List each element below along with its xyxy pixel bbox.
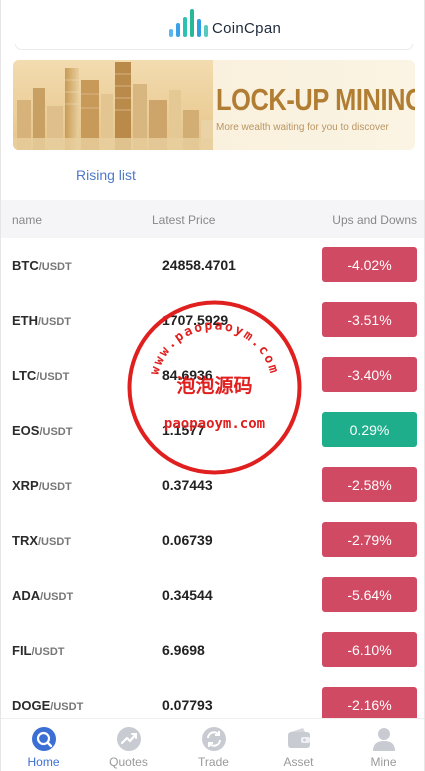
pair-base: LTC <box>12 368 37 383</box>
pair-name: DOGE/USDT <box>12 698 83 713</box>
change-badge[interactable]: -2.58% <box>322 467 417 502</box>
pair-name: BTC/USDT <box>12 258 72 273</box>
latest-price: 0.34544 <box>162 587 213 603</box>
market-list: BTC/USDT 24858.4701 -4.02% ETH/USDT 1707.592… <box>1 238 424 718</box>
pair-base: ETH <box>12 313 38 328</box>
pair-quote: /USDT <box>38 536 71 548</box>
pair-base: EOS <box>12 423 40 438</box>
change-badge[interactable]: -5.64% <box>322 577 417 612</box>
pair-quote: /USDT <box>40 591 74 603</box>
pair-base: FIL <box>12 643 32 658</box>
header-divider <box>15 44 413 50</box>
table-row[interactable]: ADA/USDT 0.34544 -5.64% <box>1 568 424 623</box>
logo[interactable]: CoinCpan <box>169 7 281 37</box>
tab-rising-list[interactable]: Rising list <box>76 167 136 183</box>
latest-price: 24858.4701 <box>162 257 236 273</box>
pair-quote: /USDT <box>38 261 72 273</box>
table-row[interactable]: ETH/USDT 1707.5929 -3.51% <box>1 293 424 348</box>
table-row[interactable]: TRX/USDT 0.06739 -2.79% <box>1 513 424 568</box>
pair-name: ADA/USDT <box>12 588 73 603</box>
nav-label: Mine <box>370 755 397 769</box>
header-name: name <box>12 213 43 227</box>
logo-text: CoinCpan <box>212 20 282 37</box>
latest-price: 1.1577 <box>162 422 205 438</box>
pair-name: EOS/USDT <box>12 423 72 438</box>
list-tabs: Rising list <box>1 160 424 200</box>
change-badge[interactable]: -4.02% <box>322 247 417 282</box>
table-row[interactable]: BTC/USDT 24858.4701 -4.02% <box>1 238 424 293</box>
nav-label: Asset <box>283 755 314 769</box>
banner-subtitle: More wealth waiting for you to discover <box>216 122 389 133</box>
nav-label: Trade <box>198 755 229 769</box>
latest-price: 0.37443 <box>162 477 213 493</box>
latest-price: 6.9698 <box>162 642 205 658</box>
pair-quote: /USDT <box>38 316 71 328</box>
table-row[interactable]: LTC/USDT 84.6936 -3.40% <box>1 348 424 403</box>
city-skyline-image <box>13 60 213 150</box>
pair-name: FIL/USDT <box>12 643 65 658</box>
pair-base: DOGE <box>12 698 51 713</box>
latest-price: 84.6936 <box>162 367 213 383</box>
pair-quote: /USDT <box>39 426 73 438</box>
change-badge[interactable]: 0.29% <box>322 412 417 447</box>
table-row[interactable]: XRP/USDT 0.37443 -2.58% <box>1 458 424 513</box>
bottom-nav: Home Quotes Trade Asset Mine <box>1 718 424 771</box>
pair-quote: /USDT <box>50 701 84 713</box>
pair-quote: /USDT <box>38 481 72 493</box>
pair-base: TRX <box>12 533 38 548</box>
pair-quote: /USDT <box>31 646 65 658</box>
app-screen: CoinCpan LOCK-UP MINING More wealth wait… <box>0 0 425 771</box>
header-ups-and-downs: Ups and Downs <box>332 213 417 227</box>
pair-name: ETH/USDT <box>12 313 71 328</box>
quotes-icon <box>116 727 141 751</box>
change-badge[interactable]: -6.10% <box>322 632 417 667</box>
table-row[interactable]: FIL/USDT 6.9698 -6.10% <box>1 623 424 678</box>
nav-label: Home <box>27 755 60 769</box>
logo-mark-icon <box>169 7 208 37</box>
change-badge[interactable]: -3.51% <box>322 302 417 337</box>
pair-name: XRP/USDT <box>12 478 72 493</box>
pair-base: XRP <box>12 478 39 493</box>
user-icon <box>372 728 395 751</box>
nav-item-trade[interactable]: Trade <box>171 719 256 771</box>
header-latest-price: Latest Price <box>152 213 216 227</box>
pair-base: BTC <box>12 258 39 273</box>
nav-label: Quotes <box>109 755 148 769</box>
pair-name: LTC/USDT <box>12 368 69 383</box>
promo-banner[interactable]: LOCK-UP MINING More wealth waiting for y… <box>13 60 415 150</box>
latest-price: 0.06739 <box>162 532 213 548</box>
wallet-icon <box>287 728 310 748</box>
header: CoinCpan <box>1 0 424 50</box>
change-badge[interactable]: -3.40% <box>322 357 417 392</box>
home-icon <box>31 727 56 751</box>
table-row[interactable]: DOGE/USDT 0.07793 -2.16% <box>1 678 424 718</box>
nav-item-home[interactable]: Home <box>1 719 86 771</box>
pair-quote: /USDT <box>36 371 70 383</box>
latest-price: 1707.5929 <box>162 312 229 328</box>
pair-name: TRX/USDT <box>12 533 71 548</box>
table-header: name Latest Price Ups and Downs <box>1 200 424 238</box>
banner-title: LOCK-UP MINING <box>216 82 415 117</box>
nav-item-asset[interactable]: Asset <box>256 719 341 771</box>
change-badge[interactable]: -2.79% <box>322 522 417 557</box>
latest-price: 0.07793 <box>162 697 213 713</box>
nav-item-mine[interactable]: Mine <box>341 719 424 771</box>
pair-base: ADA <box>12 588 41 603</box>
nav-item-quotes[interactable]: Quotes <box>86 719 171 771</box>
trade-icon <box>201 727 226 751</box>
table-row[interactable]: EOS/USDT 1.1577 0.29% <box>1 403 424 458</box>
change-badge[interactable]: -2.16% <box>322 687 417 718</box>
